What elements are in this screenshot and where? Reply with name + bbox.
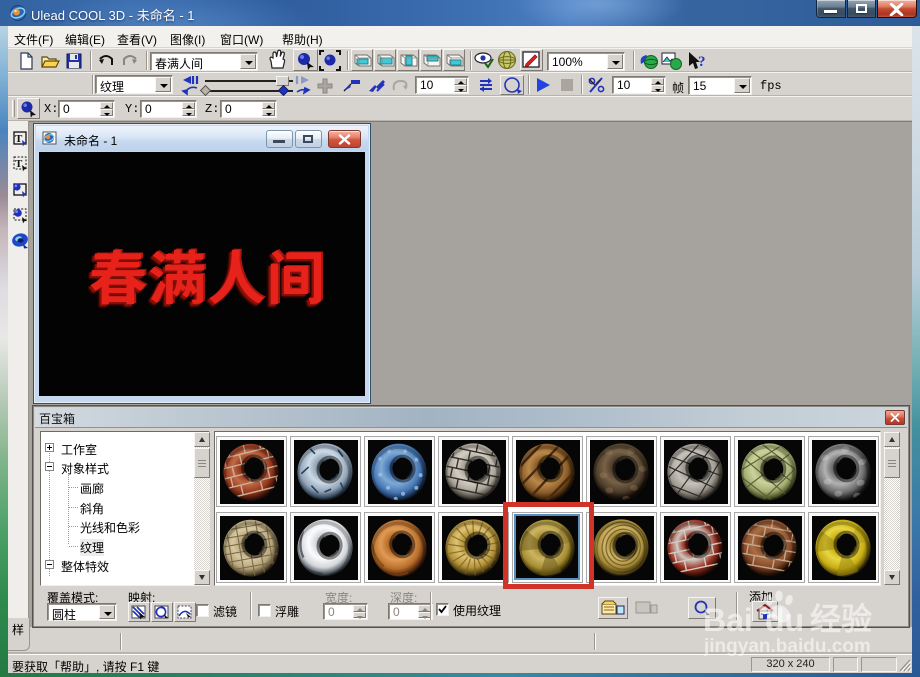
svg-text:Bai: Bai (703, 602, 753, 638)
svg-text:T: T (15, 158, 23, 170)
svg-text:T: T (15, 133, 23, 145)
svg-text:经验: 经验 (810, 594, 872, 638)
svg-text:?: ? (698, 54, 706, 70)
